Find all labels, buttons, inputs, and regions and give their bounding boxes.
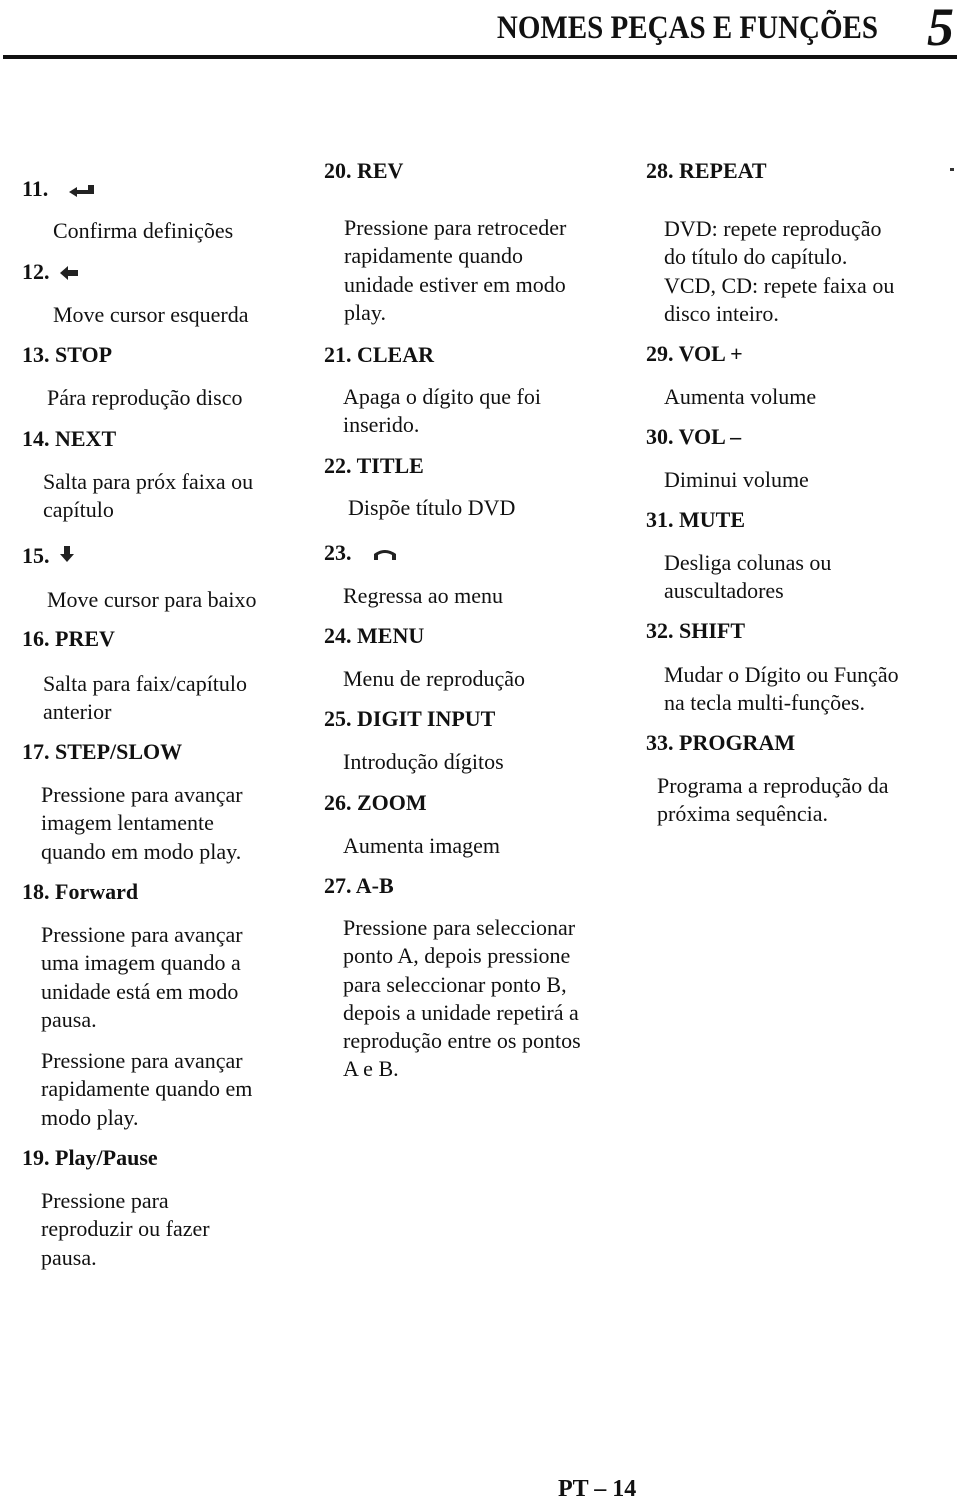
item-18-desc-2: Pressione para avançar rapidamente quand… [41,1048,253,1130]
item-12-title: 12. [22,259,79,287]
item-29-title: 29. VOL + [646,341,743,366]
item-number: 23. [324,540,352,565]
item-32-desc: Mudar o Dígito ou Função na tecla multi-… [664,662,899,716]
page-number: PT – 14 [558,1476,637,1502]
item-30-desc: Diminui volume [664,467,809,492]
item-20-title: 20. REV [324,158,404,183]
item-30-title: 30. VOL – [646,424,742,449]
item-31-desc: Desliga colunas ou auscultadores [664,550,832,604]
item-25-title: 25. DIGIT INPUT [324,706,496,731]
item-number: 15. [22,543,50,568]
return-icon [371,542,399,568]
item-number: 11. [22,176,49,201]
item-18-desc: Pressione para avançar uma imagem quando… [41,922,243,1032]
item-25-desc: Introdução dígitos [343,749,504,774]
item-24-desc: Menu de reprodução [343,666,526,691]
chapter-number: 5 [927,0,954,57]
item-17-title: 17. STEP/SLOW [22,739,183,764]
item-33-title: 33. PROGRAM [646,730,796,755]
item-28-title: 28. REPEAT [646,158,767,183]
item-15-title: 15. [22,543,75,569]
section-title: NOMES PEÇAS E FUNÇÕES [496,10,878,46]
item-23-title: 23. [324,540,399,568]
item-31-title: 31. MUTE [646,507,745,532]
item-number: 12. [22,259,50,284]
item-28-desc: DVD: repete reprodução do título do capí… [664,216,895,326]
item-11-desc: Confirma definições [53,218,234,243]
arrow-down-icon [59,543,75,569]
item-21-title: 21. CLEAR [324,342,435,367]
item-12-desc: Move cursor esquerda [53,302,249,327]
item-27-title: 27. A-B [324,873,394,898]
item-26-title: 26. ZOOM [324,790,427,815]
item-26-desc: Aumenta imagem [343,833,501,858]
item-15-desc: Move cursor para baixo [47,587,257,612]
item-14-desc: Salta para próx faixa ou capítulo [43,469,254,523]
item-33-desc: Programa a reprodução da próxima sequênc… [657,773,889,827]
item-17-desc: Pressione para avançar imagem lentamente… [41,782,243,864]
item-23-desc: Regressa ao menu [343,583,504,608]
item-16-desc: Salta para faix/capítulo anterior [43,671,248,725]
item-20-desc: Pressione para retroceder rapidamente qu… [344,215,567,325]
item-21-desc: Apaga o dígito que foi inserido. [343,384,541,438]
stray-mark [950,168,954,171]
item-19-title: 19. Play/Pause [22,1145,158,1170]
item-18-title: 18. Forward [22,879,139,904]
item-13-title: 13. STOP [22,342,113,367]
item-11-title: 11. [22,176,96,204]
arrow-left-icon [59,261,79,287]
item-19-desc: Pressione para reproduzir ou fazer pausa… [41,1188,210,1270]
header-rule [3,55,957,59]
item-29-desc: Aumenta volume [664,384,817,409]
item-14-title: 14. NEXT [22,426,117,451]
item-22-desc: Dispõe título DVD [348,495,516,520]
item-27-desc: Pressione para seleccionar ponto A, depo… [343,915,581,1082]
item-22-title: 22. TITLE [324,453,424,478]
item-16-title: 16. PREV [22,626,115,651]
enter-icon [68,178,96,204]
item-24-title: 24. MENU [324,623,425,648]
item-32-title: 32. SHIFT [646,618,746,643]
item-13-desc: Pára reprodução disco [47,385,243,410]
